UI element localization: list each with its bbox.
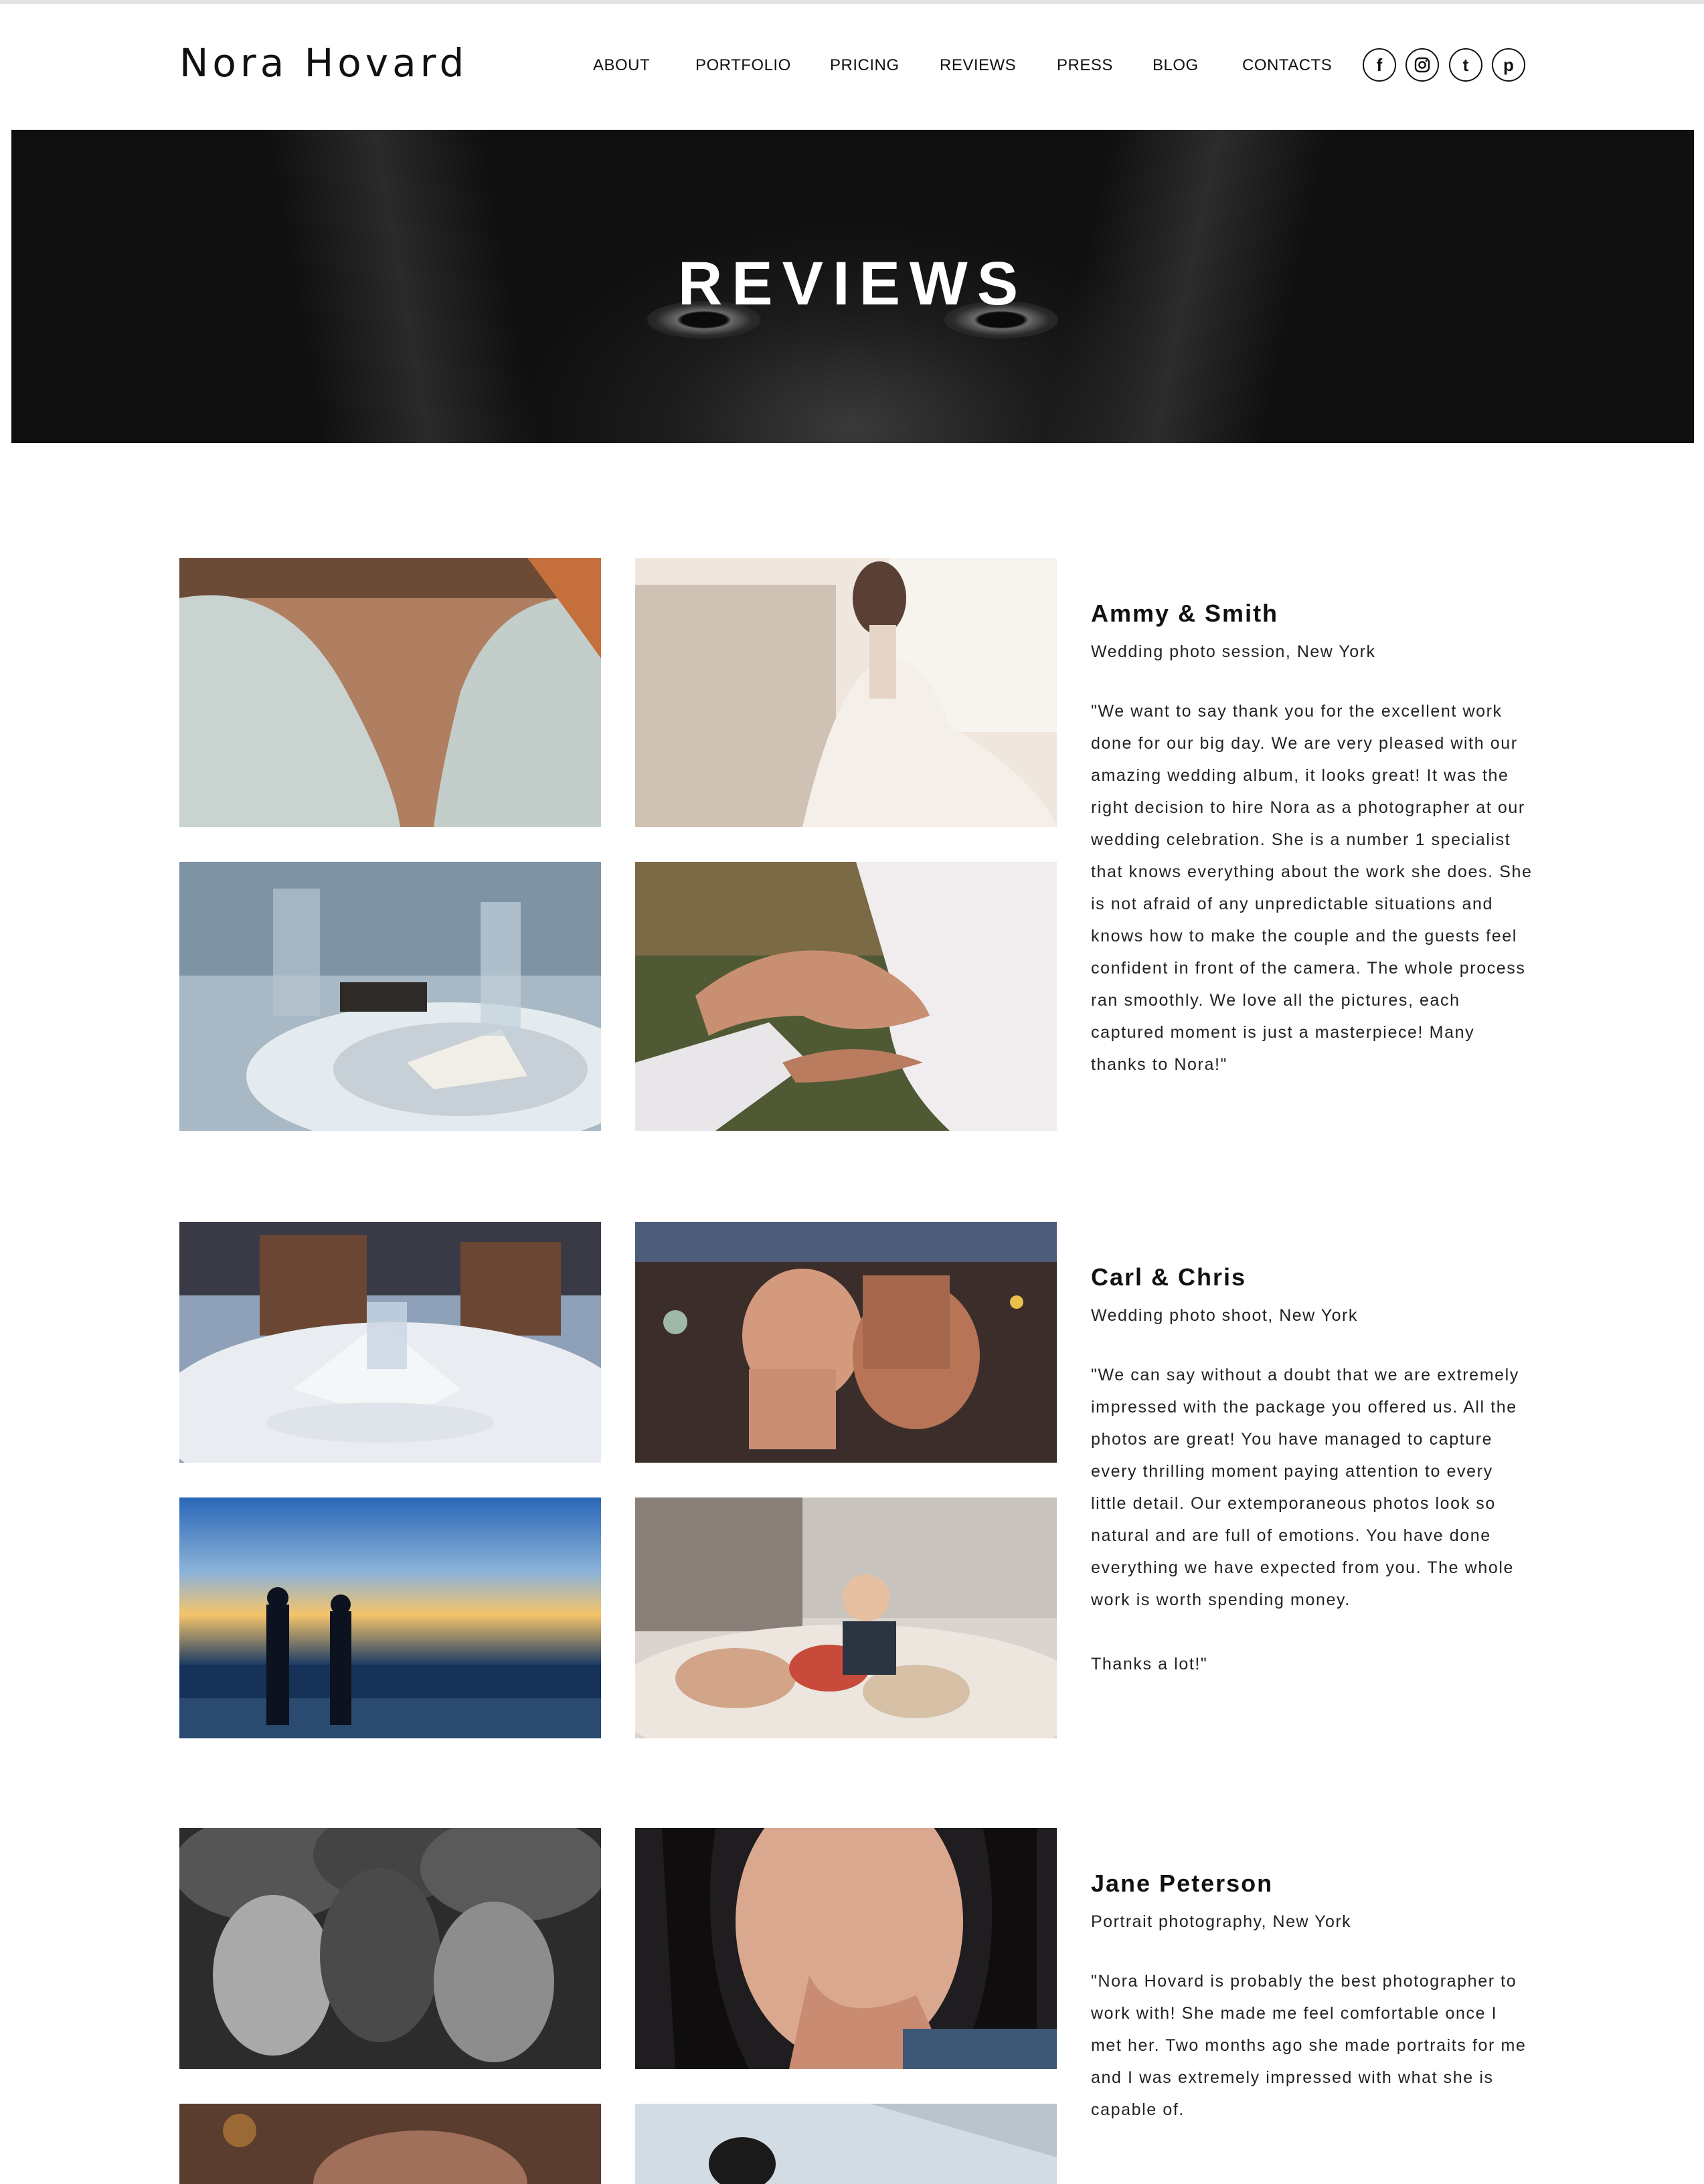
review-photo[interactable]: [179, 1828, 601, 2069]
review-subtitle: Portrait photography, New York: [1091, 1912, 1352, 1931]
site-header: Nora Hovard ABOUT PORTFOLIO PRICING REVI…: [0, 4, 1704, 130]
page-title: REVIEWS: [677, 250, 1028, 318]
review-photo[interactable]: [635, 1828, 1057, 2069]
pinterest-icon[interactable]: p: [1492, 48, 1525, 82]
nav-contacts[interactable]: CONTACTS: [1242, 56, 1332, 75]
review-photo[interactable]: [179, 2104, 601, 2184]
tumblr-icon[interactable]: t: [1449, 48, 1482, 82]
review-text: "Nora Hovard is probably the best photog…: [1091, 1965, 1533, 2126]
nav-press[interactable]: PRESS: [1057, 56, 1113, 75]
instagram-icon[interactable]: [1405, 48, 1439, 82]
review-photo[interactable]: [179, 1497, 601, 1738]
review-info: Ammy & Smith Wedding photo session, New …: [1091, 600, 1533, 1113]
review-paragraph: Thanks a lot!": [1091, 1655, 1208, 1673]
review-photo[interactable]: [179, 558, 601, 827]
review-photo[interactable]: [635, 2104, 1057, 2184]
review-card: Carl & Chris Wedding photo shoot, New Yo…: [0, 1222, 1704, 1738]
review-info: Jane Peterson Portrait photography, New …: [1091, 1870, 1533, 2158]
nav-reviews[interactable]: REVIEWS: [940, 56, 1016, 75]
review-name: Jane Peterson: [1091, 1870, 1274, 1897]
tumblr-glyph: t: [1462, 54, 1469, 75]
hero-banner: REVIEWS: [11, 130, 1694, 443]
review-info: Carl & Chris Wedding photo shoot, New Yo…: [1091, 1263, 1533, 1712]
instagram-glyph: [1414, 57, 1430, 73]
nav-portfolio[interactable]: PORTFOLIO: [695, 56, 791, 75]
nav-pricing[interactable]: PRICING: [830, 56, 900, 75]
review-card: Jane Peterson Portrait photography, New …: [0, 1828, 1704, 2184]
review-photo[interactable]: [635, 1222, 1057, 1463]
nav-blog[interactable]: BLOG: [1153, 56, 1199, 75]
review-photo[interactable]: [179, 1222, 601, 1463]
nav-about[interactable]: ABOUT: [593, 56, 650, 75]
review-text: "We can say without a doubt that we are …: [1091, 1359, 1533, 1680]
facebook-icon[interactable]: f: [1363, 48, 1396, 82]
review-photo[interactable]: [635, 558, 1057, 827]
pinterest-glyph: p: [1503, 54, 1514, 75]
review-name: Ammy & Smith: [1091, 600, 1279, 627]
site-logo[interactable]: Nora Hovard: [179, 40, 468, 86]
review-paragraph: "We want to say thank you for the excell…: [1091, 702, 1533, 1074]
review-paragraph: "We can say without a doubt that we are …: [1091, 1366, 1519, 1609]
facebook-glyph: f: [1376, 54, 1383, 75]
review-name: Carl & Chris: [1091, 1263, 1247, 1291]
review-photo[interactable]: [635, 862, 1057, 1131]
review-paragraph: "Nora Hovard is probably the best photog…: [1091, 1972, 1527, 2119]
review-subtitle: Wedding photo session, New York: [1091, 642, 1376, 661]
review-card: Ammy & Smith Wedding photo session, New …: [0, 558, 1704, 1133]
review-subtitle: Wedding photo shoot, New York: [1091, 1306, 1358, 1325]
review-photo[interactable]: [179, 862, 601, 1131]
review-photo[interactable]: [635, 1497, 1057, 1738]
review-text: "We want to say thank you for the excell…: [1091, 695, 1533, 1081]
